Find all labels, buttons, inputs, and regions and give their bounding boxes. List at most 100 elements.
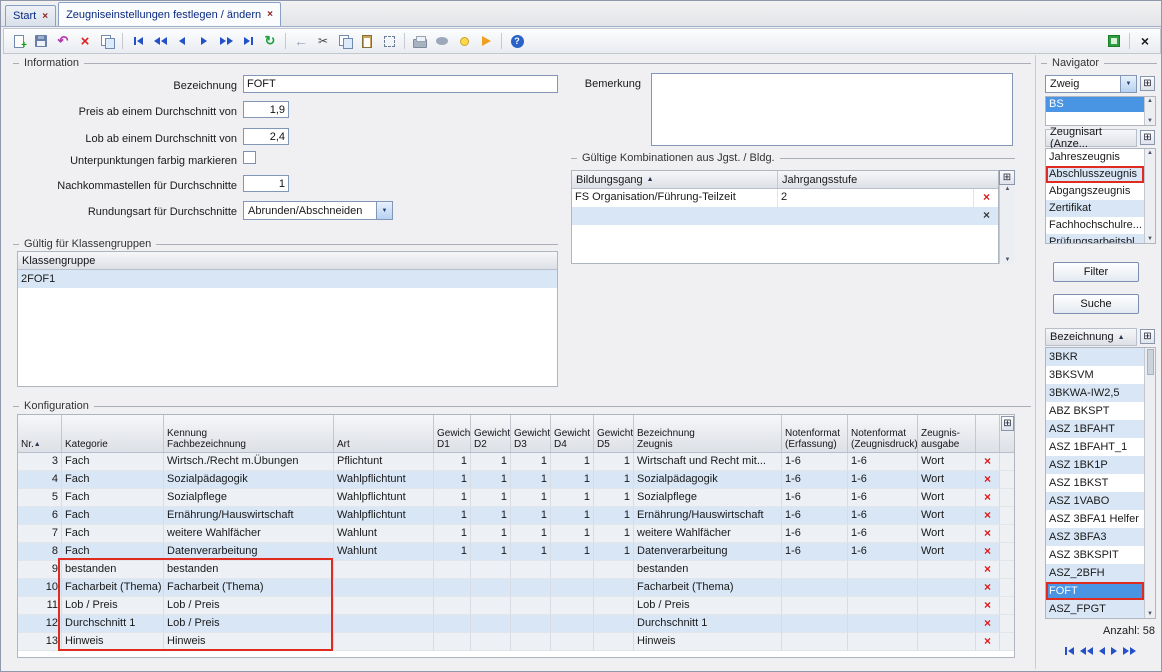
cell-bezeichnung-zeugnis[interactable]: Sozialpflege bbox=[634, 489, 782, 507]
print-button[interactable] bbox=[410, 31, 430, 51]
delete-row-icon[interactable]: × bbox=[976, 597, 1000, 615]
duplicate-button[interactable] bbox=[97, 31, 117, 51]
klassengruppe-row[interactable]: 2FOF1 bbox=[18, 270, 557, 288]
cell-gewicht-d3[interactable] bbox=[511, 597, 551, 615]
cell-nr[interactable]: 10 bbox=[18, 579, 62, 597]
zeugnisart-list-item[interactable]: Jahreszeugnis bbox=[1046, 149, 1144, 166]
cell-kategorie[interactable]: Fach bbox=[62, 453, 164, 471]
column-picker-icon[interactable]: ⊞ bbox=[1001, 416, 1014, 431]
delete-button[interactable]: × bbox=[75, 31, 95, 51]
cell-gewicht-d2[interactable] bbox=[471, 633, 511, 651]
comment-button[interactable] bbox=[432, 31, 452, 51]
zweig-list-item[interactable]: BS bbox=[1046, 97, 1144, 112]
cell-gewicht-d5[interactable]: 1 bbox=[594, 543, 634, 561]
cell-kategorie[interactable]: Lob / Preis bbox=[62, 597, 164, 615]
cell-bezeichnung-zeugnis[interactable]: Ernährung/Hauswirtschaft bbox=[634, 507, 782, 525]
scrollbar-thumb[interactable] bbox=[1147, 349, 1154, 375]
save-button[interactable] bbox=[31, 31, 51, 51]
cell-gewicht-d4[interactable] bbox=[551, 561, 594, 579]
cell-kennung[interactable]: Ernährung/Hauswirtschaft bbox=[164, 507, 334, 525]
cell-gewicht-d3[interactable]: 1 bbox=[511, 453, 551, 471]
zeugnisart-list-item[interactable]: Abschlusszeugnis bbox=[1046, 166, 1144, 183]
detach-window-button[interactable] bbox=[1104, 31, 1124, 51]
cell-kennung[interactable]: Facharbeit (Thema) bbox=[164, 579, 334, 597]
tab-close-icon[interactable]: × bbox=[267, 9, 273, 20]
cell-art[interactable] bbox=[334, 579, 434, 597]
column-picker-icon[interactable]: ⊞ bbox=[999, 170, 1015, 185]
cell-nr[interactable]: 3 bbox=[18, 453, 62, 471]
select-region-button[interactable] bbox=[379, 31, 399, 51]
cell-gewicht-d4[interactable] bbox=[551, 579, 594, 597]
cell-gewicht-d2[interactable]: 1 bbox=[471, 525, 511, 543]
tab-close-icon[interactable]: × bbox=[42, 11, 48, 22]
cell-notenformat-zeugnisdruck[interactable] bbox=[848, 597, 918, 615]
cell-gewicht-d2[interactable]: 1 bbox=[471, 489, 511, 507]
cell-nr[interactable]: 8 bbox=[18, 543, 62, 561]
delete-row-icon[interactable]: × bbox=[976, 543, 1000, 561]
cell-kategorie[interactable]: bestanden bbox=[62, 561, 164, 579]
cell-gewicht-d3[interactable]: 1 bbox=[511, 489, 551, 507]
bezeichnung-input[interactable] bbox=[243, 75, 558, 93]
bezeichnung-header[interactable]: Bezeichnung▲ bbox=[1045, 328, 1137, 346]
cell-notenformat-zeugnisdruck[interactable]: 1-6 bbox=[848, 525, 918, 543]
cell-bezeichnung-zeugnis[interactable]: Lob / Preis bbox=[634, 597, 782, 615]
kombination-row[interactable]: FS Organisation/Führung-Teilzeit 2 × bbox=[572, 189, 998, 207]
cell-gewicht-d4[interactable]: 1 bbox=[551, 507, 594, 525]
cell-gewicht-d4[interactable]: 1 bbox=[551, 471, 594, 489]
column-header-gewicht-d4[interactable]: Gewicht D4 bbox=[551, 415, 594, 452]
nav-first-button[interactable] bbox=[1065, 644, 1074, 658]
nav-fast-next-button[interactable] bbox=[216, 31, 236, 51]
cell-art[interactable]: Wahlunt bbox=[334, 525, 434, 543]
bezeichnung-list-item[interactable]: ASZ_FPGT bbox=[1046, 600, 1144, 618]
config-table-row[interactable]: 6 Fach Ernährung/Hauswirtschaft Wahlpfli… bbox=[18, 507, 1014, 525]
suche-button[interactable]: Suche bbox=[1053, 294, 1139, 314]
cell-kennung[interactable]: Datenverarbeitung bbox=[164, 543, 334, 561]
cell-kennung[interactable]: weitere Wahlfächer bbox=[164, 525, 334, 543]
cell-gewicht-d2[interactable] bbox=[471, 615, 511, 633]
cell-gewicht-d1[interactable]: 1 bbox=[434, 507, 471, 525]
cell-notenformat-erfassung[interactable]: 1-6 bbox=[782, 525, 848, 543]
cell-art[interactable] bbox=[334, 597, 434, 615]
cell-notenformat-erfassung[interactable]: 1-6 bbox=[782, 471, 848, 489]
cell-kennung[interactable]: Hinweis bbox=[164, 633, 334, 651]
column-picker-icon[interactable]: ⊞ bbox=[1140, 329, 1155, 344]
cell-gewicht-d1[interactable] bbox=[434, 615, 471, 633]
cell-bildungsgang[interactable] bbox=[572, 207, 778, 225]
cell-kategorie[interactable]: Fach bbox=[62, 543, 164, 561]
cell-jahrgangsstufe[interactable]: 2 bbox=[778, 189, 974, 207]
cell-gewicht-d3[interactable] bbox=[511, 633, 551, 651]
cell-zeugnisausgabe[interactable] bbox=[918, 615, 976, 633]
cell-nr[interactable]: 6 bbox=[18, 507, 62, 525]
cell-kennung[interactable]: Sozialpflege bbox=[164, 489, 334, 507]
cell-notenformat-zeugnisdruck[interactable] bbox=[848, 615, 918, 633]
scrollbar[interactable]: ▲ ▼ bbox=[1144, 149, 1155, 243]
cell-notenformat-zeugnisdruck[interactable]: 1-6 bbox=[848, 453, 918, 471]
zeugnisart-list-item[interactable]: Zertifikat bbox=[1046, 200, 1144, 217]
column-header-kategorie[interactable]: Kategorie bbox=[62, 415, 164, 452]
cell-gewicht-d1[interactable] bbox=[434, 597, 471, 615]
cell-notenformat-erfassung[interactable] bbox=[782, 561, 848, 579]
cell-gewicht-d5[interactable] bbox=[594, 633, 634, 651]
scroll-up-icon[interactable]: ▲ bbox=[1147, 98, 1153, 104]
scrollbar[interactable]: ▲ ▼ bbox=[1144, 97, 1155, 125]
column-header-gewicht-d2[interactable]: Gewicht D2 bbox=[471, 415, 511, 452]
delete-row-icon[interactable]: × bbox=[976, 453, 1000, 471]
bezeichnung-list-item[interactable]: ASZ 1BKST bbox=[1046, 474, 1144, 492]
new-record-button[interactable]: + bbox=[9, 31, 29, 51]
cell-art[interactable]: Wahlpflichtunt bbox=[334, 507, 434, 525]
delete-row-icon[interactable]: × bbox=[976, 471, 1000, 489]
lob-input[interactable] bbox=[243, 128, 289, 145]
nav-prev-page-button[interactable] bbox=[1080, 644, 1093, 658]
nachkommastellen-input[interactable] bbox=[243, 175, 289, 192]
config-table-row[interactable]: 5 Fach Sozialpflege Wahlpflichtunt 1 1 1… bbox=[18, 489, 1014, 507]
nav-prev-button[interactable] bbox=[1099, 644, 1105, 658]
paste-button[interactable] bbox=[357, 31, 377, 51]
cell-kennung[interactable]: Wirtsch./Recht m.Übungen bbox=[164, 453, 334, 471]
nav-last-button[interactable] bbox=[238, 31, 258, 51]
column-header-jahrgangsstufe[interactable]: Jahrgangsstufe bbox=[778, 171, 999, 188]
chevron-down-icon[interactable]: ▼ bbox=[376, 202, 392, 219]
cell-notenformat-zeugnisdruck[interactable] bbox=[848, 633, 918, 651]
copy-button[interactable] bbox=[335, 31, 355, 51]
zweig-select[interactable]: Zweig ▼ bbox=[1045, 75, 1137, 93]
cell-gewicht-d3[interactable]: 1 bbox=[511, 507, 551, 525]
